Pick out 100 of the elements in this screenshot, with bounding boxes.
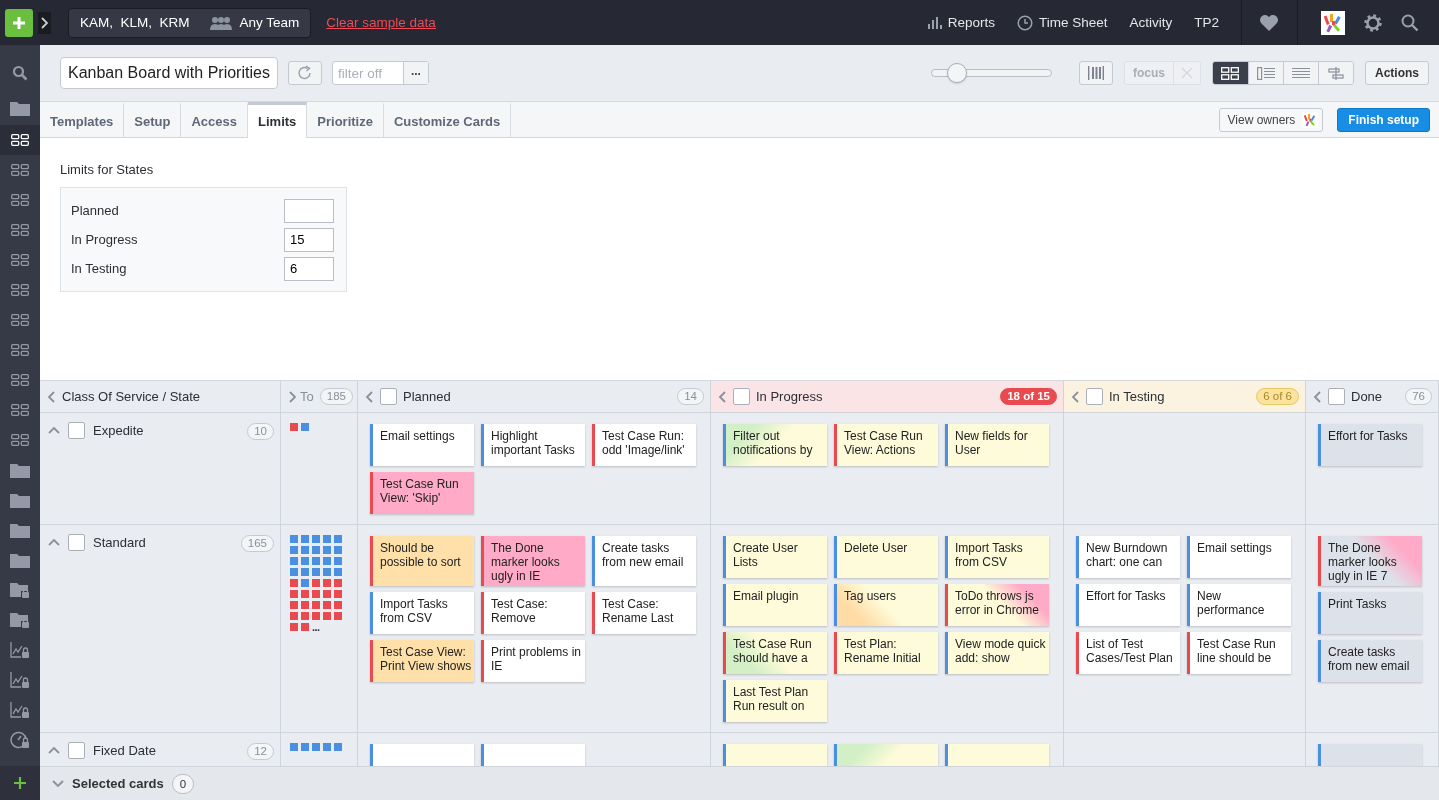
task-marker[interactable] <box>334 743 342 751</box>
task-marker[interactable] <box>301 535 309 543</box>
nav-link[interactable]: TP2 <box>1194 15 1219 30</box>
folder-icon[interactable] <box>10 552 30 568</box>
actions-button[interactable]: Actions <box>1365 61 1429 85</box>
limit-input[interactable]: 6 <box>284 256 334 281</box>
task-marker[interactable] <box>323 568 331 576</box>
task-marker[interactable] <box>334 601 342 609</box>
checkbox[interactable] <box>1086 388 1103 405</box>
task-marker[interactable] <box>312 546 320 554</box>
task-card[interactable]: New performance <box>1187 584 1291 626</box>
nav-link[interactable]: Activity <box>1129 15 1173 30</box>
chevron-icon[interactable] <box>40 16 49 29</box>
task-card[interactable]: Delete User <box>834 536 938 578</box>
checkbox[interactable] <box>68 422 85 439</box>
task-marker[interactable] <box>323 612 331 620</box>
board-icon[interactable] <box>11 134 29 146</box>
checkbox[interactable] <box>68 742 85 759</box>
task-marker[interactable] <box>301 546 309 554</box>
task-marker[interactable] <box>290 557 298 565</box>
board-title-field[interactable]: Kanban Board with Priorities <box>60 57 278 89</box>
task-card[interactable]: Test Case Run View: Actions <box>834 424 938 466</box>
task-card[interactable]: Test Case: Remove <box>481 592 585 634</box>
task-card[interactable]: Email settings <box>1187 536 1291 578</box>
tab[interactable]: Limits <box>248 102 308 138</box>
locked-chart-icon[interactable] <box>10 641 30 659</box>
task-card[interactable]: The Done marker looks ugly in IE <box>481 536 585 586</box>
plus-icon[interactable] <box>13 776 27 790</box>
task-marker[interactable] <box>312 743 320 751</box>
limit-input[interactable] <box>284 198 334 223</box>
columns-view-button[interactable] <box>1079 61 1113 85</box>
task-marker[interactable] <box>290 423 298 431</box>
folder-icon[interactable] <box>10 522 30 538</box>
task-card[interactable]: Should be possible to sort <box>370 536 474 586</box>
task-marker[interactable] <box>290 743 298 751</box>
task-card[interactable]: Test Case Run View: 'Skip' <box>370 472 474 514</box>
task-card[interactable]: Last Test Plan Run result on <box>723 680 827 722</box>
task-marker[interactable] <box>290 568 298 576</box>
folder-icon[interactable] <box>10 492 30 508</box>
task-marker[interactable] <box>301 623 309 631</box>
task-card[interactable]: Effort for Tasks <box>1076 584 1180 626</box>
clear-focus-button[interactable] <box>1173 62 1200 84</box>
settings-icon[interactable] <box>1363 12 1383 33</box>
task-marker[interactable] <box>334 579 342 587</box>
task-card[interactable]: Highlight important Tasks <box>481 424 585 466</box>
task-card[interactable]: Effort for Tasks <box>1318 424 1422 466</box>
task-marker[interactable] <box>290 601 298 609</box>
nav-link[interactable]: Reports <box>927 15 995 30</box>
checkbox[interactable] <box>733 388 750 405</box>
task-marker[interactable] <box>312 535 320 543</box>
task-marker[interactable] <box>323 590 331 598</box>
task-marker[interactable] <box>312 557 320 565</box>
task-marker[interactable] <box>290 590 298 598</box>
search-icon[interactable] <box>1401 13 1419 32</box>
task-card[interactable]: Create tasks from new email <box>592 536 696 586</box>
task-marker[interactable] <box>290 612 298 620</box>
checkbox[interactable] <box>68 534 85 551</box>
task-card[interactable]: Test Plan: Rename Initial <box>834 632 938 674</box>
task-marker[interactable] <box>334 557 342 565</box>
finish-setup-button[interactable]: Finish setup <box>1337 107 1430 132</box>
task-card[interactable]: Test Case: Rename Last <box>592 592 696 634</box>
folder-icon[interactable] <box>10 100 30 116</box>
task-card[interactable]: Print Tasks <box>1318 592 1422 634</box>
task-card[interactable]: New Burndown chart: one can <box>1076 536 1180 578</box>
task-card[interactable]: Test Case View: Print View shows <box>370 640 474 682</box>
task-card[interactable]: Import Tasks from CSV <box>945 536 1049 578</box>
task-card[interactable]: Email plugin <box>723 584 827 626</box>
locked-chart-icon[interactable] <box>10 701 30 719</box>
task-marker[interactable] <box>334 612 342 620</box>
task-marker[interactable] <box>312 590 320 598</box>
task-marker[interactable] <box>301 590 309 598</box>
task-card[interactable]: Create tasks from new email <box>1318 640 1422 682</box>
task-card[interactable]: View mode quick add: show <box>945 632 1049 674</box>
task-marker[interactable] <box>290 546 298 554</box>
tab[interactable]: Templates <box>40 102 125 137</box>
task-marker[interactable] <box>312 568 320 576</box>
filter-field[interactable]: filter off ... <box>331 61 429 85</box>
locked-folder-icon[interactable] <box>10 611 30 629</box>
task-card[interactable]: Tag users <box>834 584 938 626</box>
checkbox[interactable] <box>380 388 397 405</box>
task-marker[interactable] <box>290 535 298 543</box>
locked-gauge-icon[interactable] <box>10 731 30 749</box>
task-marker[interactable] <box>290 579 298 587</box>
task-card[interactable]: Print problems in IE <box>481 640 585 682</box>
task-card[interactable]: Email settings <box>370 424 474 466</box>
view-mode-button[interactable] <box>1213 62 1248 84</box>
tab[interactable]: Setup <box>124 102 182 137</box>
task-card[interactable]: Test Case Run should have a <box>723 632 827 674</box>
task-card[interactable]: The Done marker looks ugly in IE 7 <box>1318 536 1422 586</box>
task-marker[interactable] <box>301 423 309 431</box>
heart-icon[interactable] <box>1259 13 1279 32</box>
task-marker[interactable] <box>323 546 331 554</box>
task-marker[interactable] <box>323 535 331 543</box>
task-card[interactable]: Test Case Run line should be <box>1187 632 1291 674</box>
refresh-button[interactable] <box>287 61 322 85</box>
more-button[interactable]: ... <box>402 62 428 84</box>
task-marker[interactable] <box>334 568 342 576</box>
task-card[interactable]: Test Case Run: odd 'Image/link' <box>592 424 696 466</box>
task-marker[interactable] <box>301 743 309 751</box>
task-marker[interactable] <box>334 546 342 554</box>
